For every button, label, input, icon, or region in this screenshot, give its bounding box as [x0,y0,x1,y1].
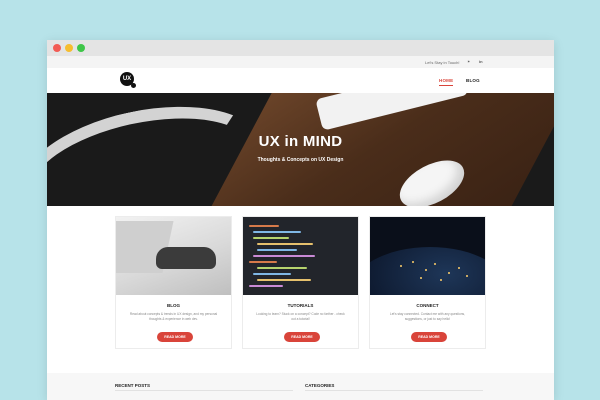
card-description: Let's stay connected. Contact me with an… [389,312,466,321]
card-tutorials-image [243,217,358,295]
card-title: BLOG [167,303,180,308]
card-description: Looking to learn? Stuck on a concept? Co… [256,312,345,321]
earth-globe [370,247,485,295]
logo-mark-dot [131,83,136,88]
categories-divider [305,390,483,391]
hero-banner: UX in MIND Thoughts & Concepts on UX Des… [47,93,554,206]
card-description: Read about concepts & trends in UX desig… [129,312,218,321]
recent-posts-heading: RECENT POSTS [115,383,151,391]
card-connect-image [370,217,485,295]
footer-widgets: RECENT POSTS CATEGORIES [47,373,554,400]
card-connect: CONNECT Let's stay connected. Contact me… [369,216,486,349]
recent-posts-divider [115,390,293,391]
browser-window: Let's Stay in Touch! ✶ in UX HOME BLOG U… [47,40,554,400]
card-blog: BLOG Read about concepts & trends in UX … [115,216,232,349]
nav-blog[interactable]: BLOG [466,78,480,83]
stay-in-touch-text: Let's Stay in Touch! [425,60,460,65]
linkedin-icon[interactable]: in [479,59,483,64]
hero-subtitle: Thoughts & Concepts on UX Design [257,157,344,163]
feature-cards: BLOG Read about concepts & trends in UX … [47,216,554,391]
maximize-window-button[interactable] [77,44,85,52]
read-more-button[interactable]: READ MORE [284,332,320,342]
read-more-button[interactable]: READ MORE [411,332,447,342]
card-title: TUTORIALS [287,303,314,308]
typing-hands [156,247,216,269]
logo-text: UX [122,76,132,82]
site-header: UX HOME BLOG [47,68,554,93]
card-tutorials: TUTORIALS Looking to learn? Stuck on a c… [242,216,359,349]
nav-home[interactable]: HOME [439,78,454,86]
card-blog-image [116,217,231,295]
read-more-button[interactable]: READ MORE [157,332,193,342]
twitter-icon[interactable]: ✶ [467,59,470,64]
window-titlebar [47,40,554,56]
top-bar: Let's Stay in Touch! ✶ in [47,56,554,68]
categories-heading: CATEGORIES [305,383,335,391]
card-title: CONNECT [416,303,439,308]
close-window-button[interactable] [53,44,61,52]
minimize-window-button[interactable] [65,44,73,52]
hero-title: UX in MIND [258,133,343,150]
